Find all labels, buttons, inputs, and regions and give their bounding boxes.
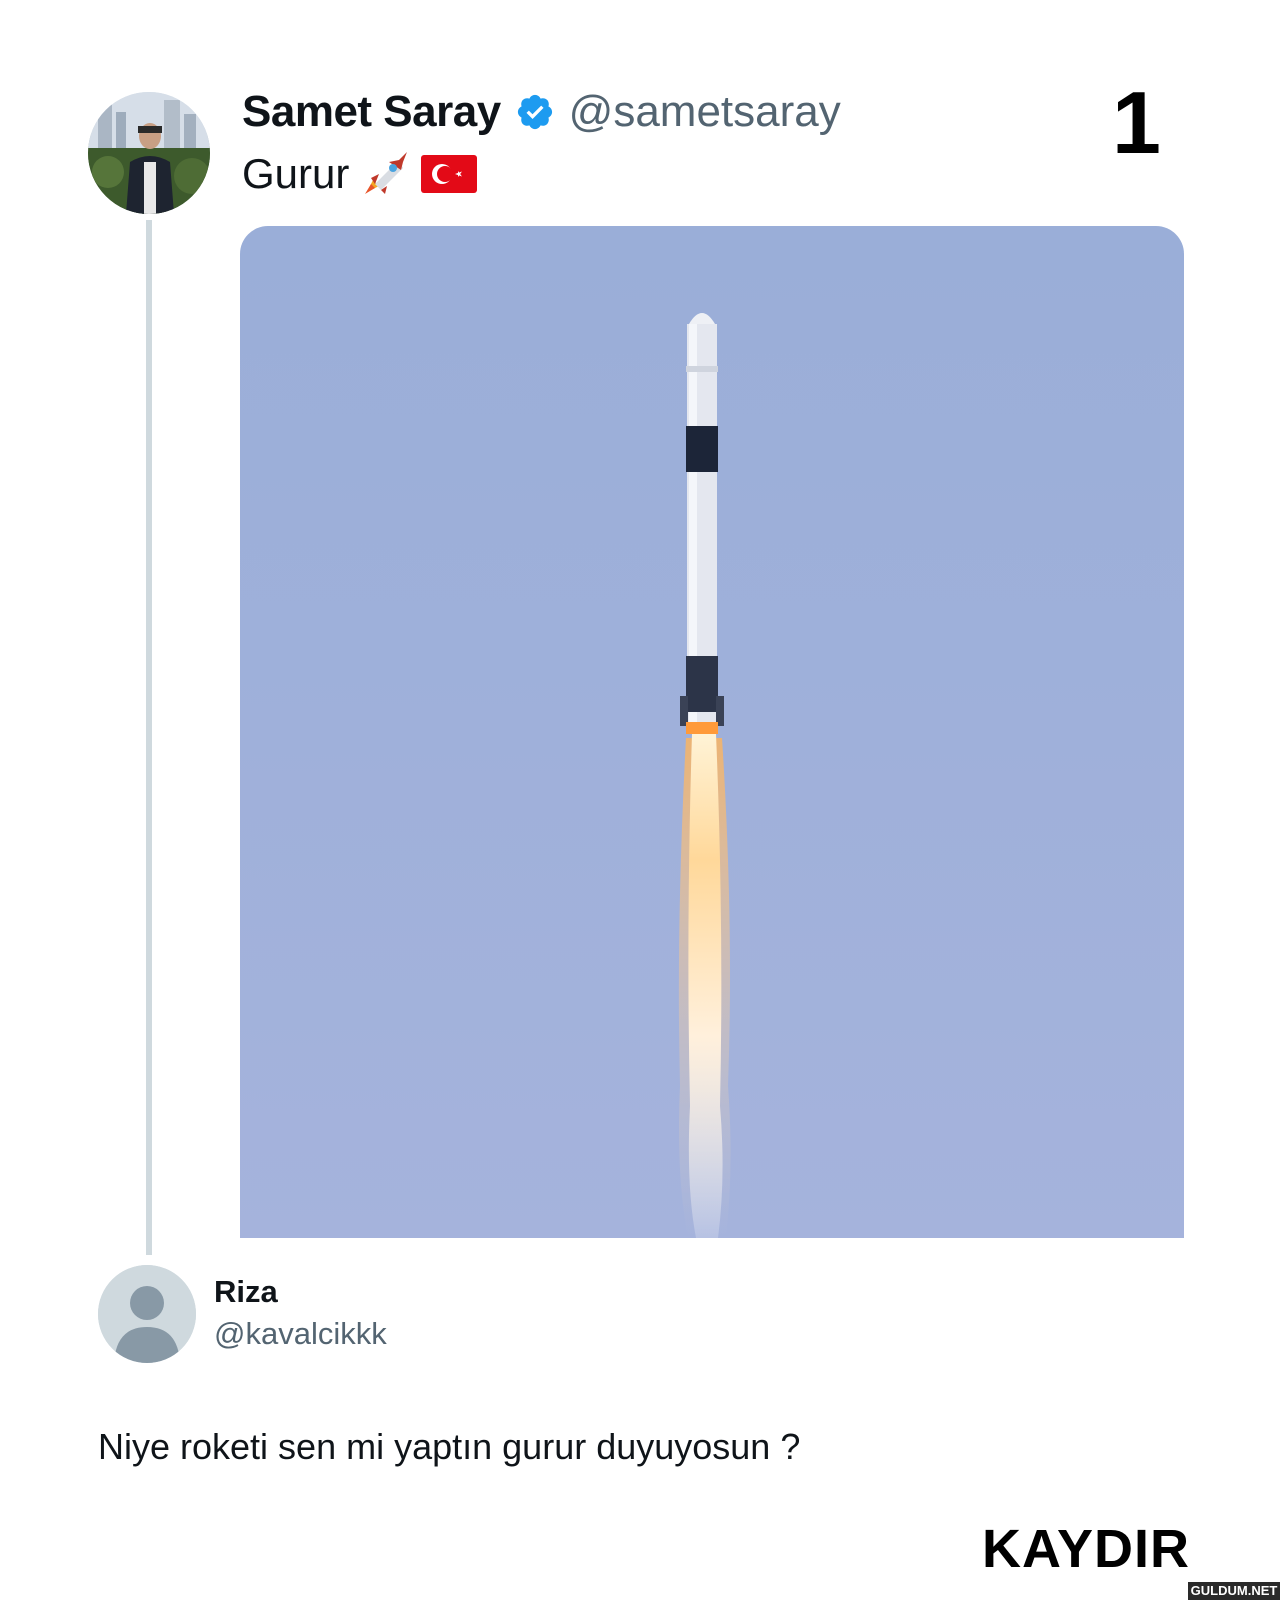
tweet-header: Samet Saray @sametsaray [242,84,841,140]
reply-text: Niye roketi sen mi yaptın gurur duyuyosu… [98,1426,801,1467]
site-watermark: GULDUM.NET [1188,1582,1280,1600]
author-avatar[interactable] [88,92,210,214]
rocket-icon [365,152,408,194]
default-user-icon [98,1265,196,1363]
author-photo [88,92,210,214]
reply-display-name[interactable]: Riza [214,1274,278,1310]
reply-handle[interactable]: @kavalcikkk [214,1316,387,1352]
tweet-media-image[interactable] [240,226,1184,1238]
verified-badge-icon [517,94,552,130]
author-display-name[interactable]: Samet Saray [242,87,501,137]
thread-connector-line [146,220,152,1255]
turkey-flag-icon [421,155,478,193]
rocket-launch-photo [678,313,731,1238]
reply-avatar[interactable] [98,1265,196,1363]
author-handle[interactable]: @sametsaray [569,87,841,137]
tweet-text: Gurur [242,150,350,197]
swipe-label: KAYDIR [982,1519,1191,1579]
slide-number: 1 [1112,73,1161,172]
tweet-body: Gurur [242,148,478,200]
